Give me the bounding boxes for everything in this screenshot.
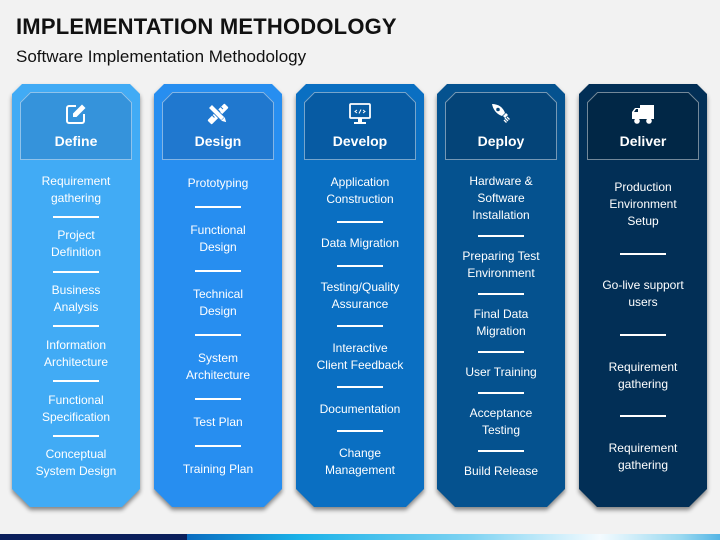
item-list: Production Environment Setup Go-live sup… (579, 168, 707, 485)
column-title: Develop (332, 133, 388, 149)
column-title: Design (194, 133, 242, 149)
column-title: Deploy (477, 133, 525, 149)
list-item: Conceptual System Design (35, 447, 117, 479)
divider (337, 264, 383, 267)
list-item: Technical Design (192, 287, 244, 318)
divider (620, 252, 666, 255)
divider (337, 430, 383, 433)
bottom-gradient-bar (0, 534, 720, 540)
divider (53, 270, 99, 273)
truck-icon (630, 101, 656, 127)
column-define: Define Requirement gathering Project Def… (12, 84, 140, 507)
rocket-icon (488, 101, 514, 127)
column-develop: Develop Application Construction Data Mi… (296, 84, 424, 507)
page-title: IMPLEMENTATION METHODOLOGY (16, 14, 397, 39)
divider (195, 334, 241, 336)
list-item: Business Analysis (51, 283, 101, 315)
list-item: Final Data Migration (473, 307, 529, 339)
list-item: Test Plan (193, 415, 243, 429)
list-item: Change Management (324, 445, 396, 477)
list-item: Functional Specification (41, 392, 111, 424)
monitor-code-icon (347, 101, 373, 127)
list-item: Training Plan (182, 462, 254, 476)
item-list: Requirement gathering Project Definition… (12, 168, 140, 485)
column-title: Define (54, 133, 98, 149)
list-item: Requirement gathering (608, 359, 678, 391)
item-list: Hardware & Software Installation Prepari… (437, 168, 565, 485)
list-item: Prototyping (187, 176, 249, 190)
list-item: Go-live support users (602, 278, 684, 310)
list-item: System Architecture (185, 351, 251, 382)
list-item: Requirement gathering (41, 173, 111, 205)
divider (53, 216, 99, 219)
divider (53, 325, 99, 328)
divider (337, 325, 383, 328)
column-header: Define (20, 92, 132, 160)
edit-icon (63, 101, 89, 127)
divider (620, 415, 666, 418)
column-header: Deploy (445, 92, 557, 160)
list-item: Build Release (463, 463, 539, 478)
divider (195, 398, 241, 400)
column-title: Deliver (619, 133, 667, 149)
column-deliver: Deliver Production Environment Setup Go-… (579, 84, 707, 507)
divider (195, 206, 241, 208)
divider (478, 235, 524, 238)
list-item: User Training (465, 364, 537, 379)
column-header: Deliver (587, 92, 699, 160)
divider (478, 391, 524, 394)
list-item: Functional Design (190, 223, 246, 254)
divider (478, 350, 524, 353)
list-item: Hardware & Software Installation (469, 174, 533, 223)
item-list: Prototyping Functional Design Technical … (154, 168, 282, 485)
divider (620, 333, 666, 336)
list-item: Production Environment Setup (609, 180, 677, 229)
list-item: Preparing Test Environment (462, 249, 540, 281)
divider (478, 293, 524, 296)
list-item: Information Architecture (43, 337, 109, 369)
list-item: Application Construction (326, 175, 394, 207)
divider (53, 380, 99, 383)
ruler-pencil-icon (205, 101, 231, 127)
list-item: Documentation (319, 401, 401, 416)
page-subtitle: Software Implementation Methodology (16, 47, 307, 66)
list-item: Acceptance Testing (469, 405, 533, 437)
divider (53, 434, 99, 437)
list-item: Requirement gathering (608, 440, 678, 472)
divider (478, 449, 524, 452)
divider (195, 270, 241, 272)
list-item: Interactive Client Feedback (316, 340, 404, 372)
divider (337, 386, 383, 389)
divider (337, 220, 383, 223)
list-item: Data Migration (320, 236, 400, 251)
column-header: Develop (304, 92, 416, 160)
divider (195, 445, 241, 447)
list-item: Testing/Quality Assurance (320, 280, 400, 312)
list-item: Project Definition (50, 228, 102, 260)
column-header: Design (162, 92, 274, 160)
item-list: Application Construction Data Migration … (296, 168, 424, 485)
column-design: Design Prototyping Functional Design Tec… (154, 84, 282, 507)
column-deploy: Deploy Hardware & Software Installation … (437, 84, 565, 507)
